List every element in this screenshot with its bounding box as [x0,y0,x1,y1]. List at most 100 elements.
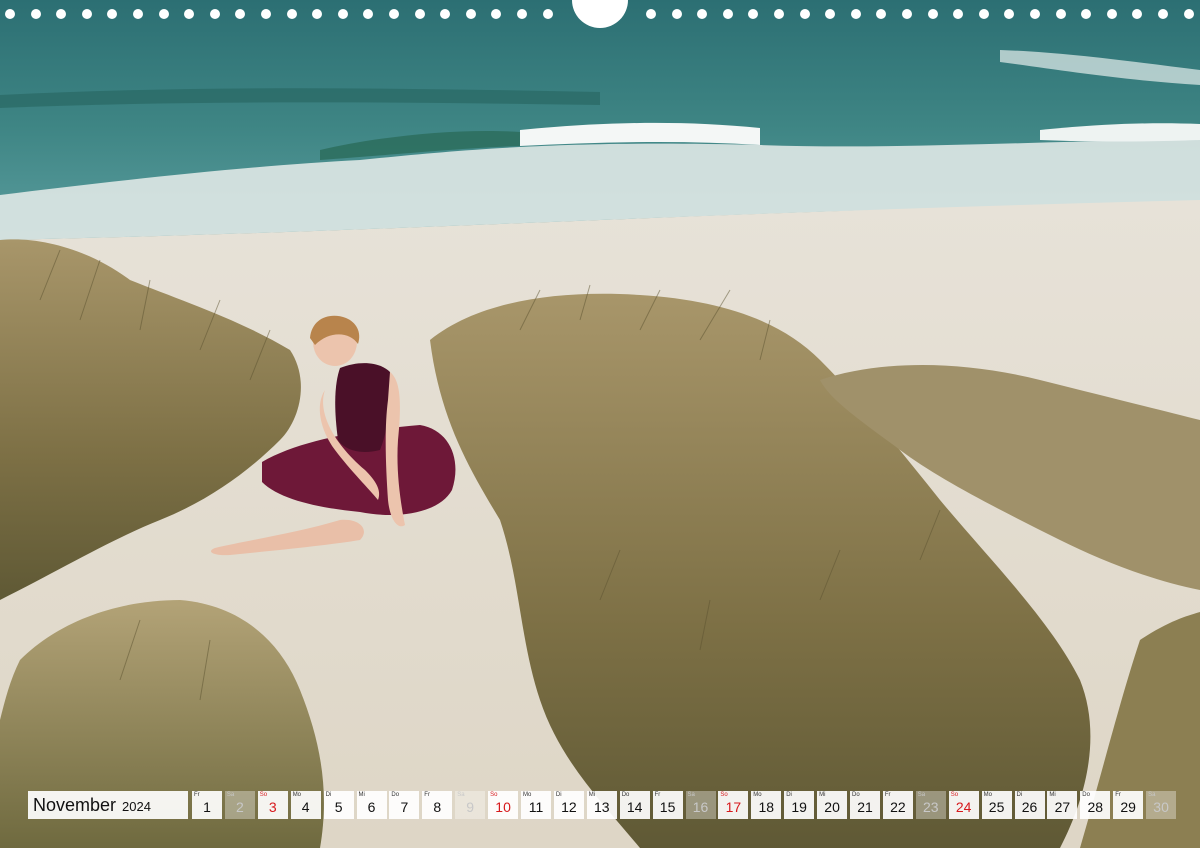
calendar-day: Fr 1 [192,791,222,819]
weekday-abbrev: Mi [588,792,596,798]
binding-hole [1055,9,1066,19]
calendar-day: Sa 2 [224,791,255,819]
binding-hole [799,9,810,19]
binding-hole [440,9,451,19]
weekday-abbrev: Mo [753,792,762,798]
weekday-abbrev: Fr [1115,792,1121,798]
weekday-abbrev: Di [325,792,332,798]
calendar-day: Do 14 [619,791,650,819]
binding-hole [184,9,195,19]
day-number: 26 [1021,799,1038,815]
binding-hole [774,9,784,19]
day-number: 12 [561,799,577,815]
binding-hole [927,9,938,19]
weekday-abbrev: Sa [687,792,695,798]
binding-hole [209,9,220,19]
day-number: 13 [594,799,610,815]
calendar-day: So 10 [488,791,519,819]
binding-hole [542,9,553,19]
weekday-abbrev: Mo [983,792,992,798]
binding-hole [491,9,502,19]
day-number: 29 [1120,799,1136,815]
day-number: 27 [1054,799,1071,815]
day-number: 19 [791,799,807,815]
calendar-day: So 24 [948,791,979,819]
binding-hole [5,9,15,19]
calendar-day: Di 26 [1014,791,1045,819]
day-number: 9 [466,799,475,815]
binding-hole [697,9,708,19]
calendar-day: Do 21 [850,791,880,819]
calendar-day: Sa 9 [455,791,486,819]
binding-hole [133,9,143,19]
weekday-abbrev: Do [1082,792,1090,798]
beach-dune-photo [0,0,1200,848]
binding-hole [363,9,374,19]
binding-hole [1106,9,1117,19]
binding-hole [158,9,169,19]
month-label: November 2024 [28,791,188,819]
binding-hole [235,9,246,19]
binding-hole [902,9,912,19]
calendar-day: Fr 8 [422,791,453,819]
calendar-day: Do 28 [1080,791,1111,819]
weekday-abbrev: Mi [1049,792,1056,798]
binding-hole [286,9,297,19]
day-number: 11 [528,799,544,815]
day-number: 7 [400,799,409,815]
day-number: 21 [857,799,873,815]
binding-hole [517,9,527,19]
binding-hole [81,9,92,19]
binding-hole [1004,9,1015,19]
day-number: 5 [334,799,343,815]
binding-hole [261,9,271,19]
calendar-day: Mo 18 [751,791,782,819]
day-number: 20 [824,799,840,815]
weekday-abbrev: Sa [917,792,926,798]
calendar-day: Sa 16 [685,791,716,819]
day-number: 28 [1087,799,1104,815]
calendar-day: Di 5 [323,791,354,819]
binding-hole [978,9,989,19]
binding-hole [850,9,861,19]
weekday-abbrev: Sa [457,792,465,798]
binding-hole [646,9,656,19]
calendar-day: So 17 [718,791,749,819]
calendar-day: Di 12 [553,791,584,819]
binding-hole [1183,9,1194,19]
day-number: 4 [301,799,310,815]
day-number: 16 [692,799,709,815]
weekday-abbrev: So [490,792,498,798]
weekday-abbrev: Do [391,792,400,798]
day-number: 1 [203,799,211,815]
binding-hole [1158,9,1168,19]
binding-hole [30,9,41,19]
calendar-day: Mo 11 [521,791,551,819]
weekday-abbrev: So [259,792,268,798]
binding-hole [107,9,118,19]
calendar-day: Do 7 [389,791,420,819]
day-number: 3 [268,799,277,815]
calendar-day: Sa 30 [1146,791,1177,819]
binding-hole [465,9,476,19]
binding-hole [671,9,682,19]
calendar-day: Sa 23 [915,791,946,819]
calendar-day: Mi 20 [817,791,848,819]
weekday-abbrev: Fr [194,792,200,798]
day-number: 6 [367,799,376,815]
day-number: 30 [1153,799,1169,815]
weekday-abbrev: Di [1016,792,1023,798]
weekday-abbrev: So [950,792,959,798]
binding-hole [1030,9,1040,19]
calendar-strip: November 2024 Fr 1 Sa 2 So 3 Mo 4 Di 5 Mi 6 Do 7 Fr 8 Sa 9… [28,791,1177,819]
binding-hole [825,9,836,19]
binding-hole [414,9,425,19]
weekday-abbrev: Di [555,792,562,798]
month-name: November [33,795,117,815]
weekday-abbrev: Do [621,792,630,798]
day-number: 8 [433,799,442,815]
day-number: 10 [495,799,511,815]
calendar-day: Fr 15 [652,791,683,819]
day-number: 25 [988,799,1005,815]
weekday-abbrev: Mo [523,792,532,798]
